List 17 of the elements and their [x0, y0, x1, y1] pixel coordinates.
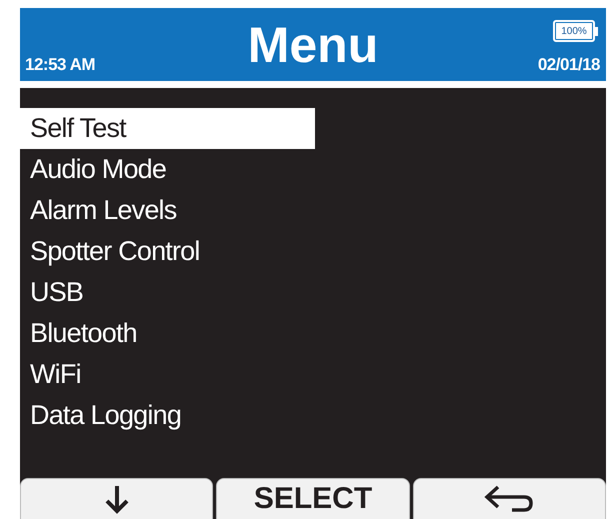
battery-percent: 100% — [561, 26, 587, 36]
date-text: 02/01/18 — [538, 55, 600, 75]
menu-item[interactable]: Spotter Control — [20, 231, 315, 272]
clock-time: 12:53 AM — [25, 55, 96, 75]
menu-item[interactable]: USB — [20, 272, 315, 313]
menu-item[interactable]: WiFi — [20, 354, 315, 395]
down-arrow-icon — [104, 484, 130, 514]
down-softkey[interactable] — [20, 478, 214, 519]
menu-item[interactable]: Self Test — [20, 108, 315, 149]
menu-item[interactable]: Audio Mode — [20, 149, 315, 190]
menu-item[interactable]: Bluetooth — [20, 313, 315, 354]
menu-item[interactable]: Data Logging — [20, 395, 315, 436]
screen-title: Menu — [248, 16, 378, 74]
select-softkey[interactable]: SELECT — [216, 478, 410, 519]
back-softkey[interactable] — [412, 478, 606, 519]
menu-item[interactable]: Alarm Levels — [20, 190, 315, 231]
back-arrow-icon — [484, 484, 534, 514]
